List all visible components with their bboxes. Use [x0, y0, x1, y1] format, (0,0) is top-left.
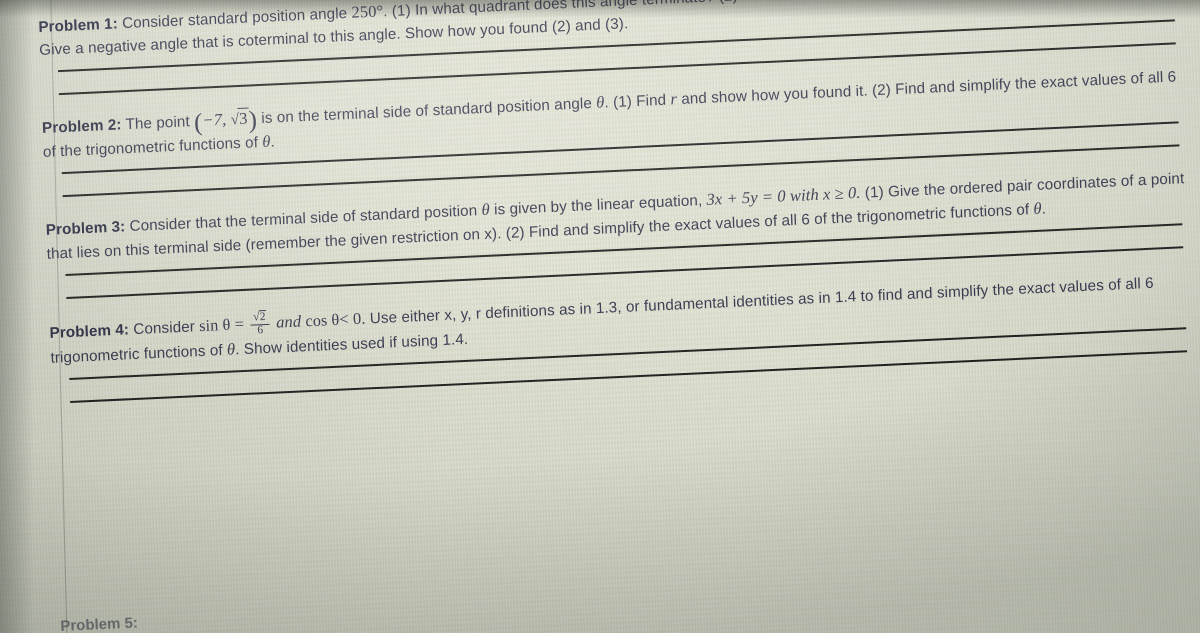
- fraction-sqrt2-over-6: √2 6: [250, 309, 271, 338]
- problem-1-angle-value: 250: [351, 1, 377, 22]
- problem-2-line2-end: .: [270, 132, 276, 151]
- problem-4-line1-c: Use either x, y, r definitions as in 1.3…: [369, 287, 874, 328]
- worksheet-photo: Problem 1: Consider standard position an…: [0, 0, 1200, 633]
- problem-3-line3-end: .: [1041, 199, 1047, 218]
- problem-3-label: Problem 3:: [45, 218, 126, 239]
- problem-4-line1-b: < 0.: [338, 308, 366, 329]
- fraction-numerator-radicand: 2: [258, 309, 267, 324]
- close-paren: ): [248, 106, 258, 135]
- problem-4-label: Problem 4:: [49, 321, 130, 342]
- problem-2-line1-a: The point: [125, 113, 191, 134]
- worksheet-content: Problem 1: Consider standard position an…: [38, 0, 1200, 425]
- r-variable: r: [670, 89, 678, 109]
- equals-sign: =: [234, 314, 245, 334]
- problem-2-label: Problem 2:: [41, 116, 122, 137]
- sqrt-3: √3: [230, 107, 249, 129]
- problem-3-line1-b: is given by the linear equation,: [493, 192, 703, 219]
- problem-1-line1-b: . (1): [382, 2, 412, 21]
- sin-theta-expression: sin θ: [198, 315, 231, 336]
- problem-1-label: Problem 1:: [38, 15, 119, 36]
- problem-4-line1-a: Consider: [133, 318, 196, 339]
- theta-symbol: θ: [481, 199, 491, 220]
- fraction-denominator: 6: [250, 323, 271, 338]
- sqrt-radicand: 3: [237, 107, 249, 129]
- problem-2-line1-b: is on the terminal side of standard posi…: [261, 94, 593, 127]
- cos-theta-expression: cos θ: [305, 310, 340, 331]
- and-word: and: [275, 311, 302, 332]
- problem-2-line1-c: . (1) Find: [604, 91, 667, 112]
- problem-2-line1-d: and show how you found it.: [680, 82, 869, 108]
- problem-3-equation: 3x + 5y = 0 with x ≥ 0.: [706, 182, 861, 209]
- problem-1-line3: (2) and (3).: [551, 14, 629, 36]
- problem-2-point-x: −7,: [202, 109, 227, 130]
